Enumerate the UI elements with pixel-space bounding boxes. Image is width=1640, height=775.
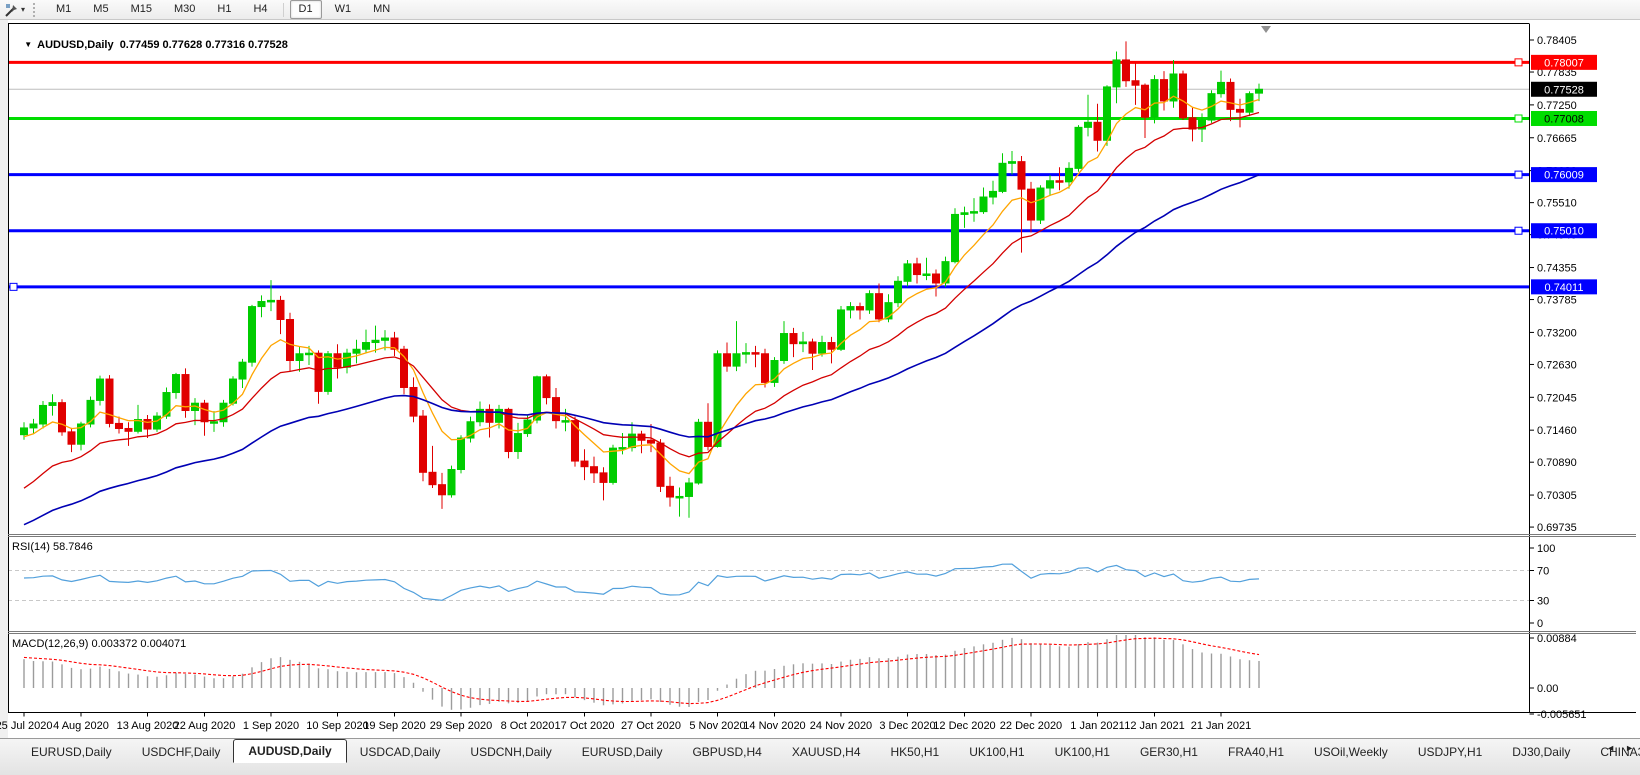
timeframe-button-m15[interactable]: M15 [122,0,161,19]
svg-text:0.00: 0.00 [1537,683,1558,695]
svg-text:0.76665: 0.76665 [1537,133,1577,145]
chart-tab-gbpusd-h4[interactable]: GBPUSD,H4 [679,741,774,763]
svg-text:0.77528: 0.77528 [1544,84,1584,96]
svg-text:29 Sep 2020: 29 Sep 2020 [430,720,492,732]
chart-tab-eurusd-daily[interactable]: EURUSD,Daily [18,741,125,763]
svg-text:0.75010: 0.75010 [1544,226,1584,238]
svg-text:0.00884: 0.00884 [1537,633,1577,645]
svg-text:0.78007: 0.78007 [1544,57,1584,69]
svg-text:1 Jan 2021: 1 Jan 2021 [1070,720,1124,732]
chart-tab-usoil-weekly[interactable]: USOil,Weekly [1301,741,1401,763]
svg-text:13 Aug 2020: 13 Aug 2020 [117,720,179,732]
timeframe-button-m1[interactable]: M1 [47,0,80,19]
chart-tab-usdchf-daily[interactable]: USDCHF,Daily [129,741,234,763]
svg-text:0.72630: 0.72630 [1537,359,1577,371]
svg-text:1 Sep 2020: 1 Sep 2020 [243,720,299,732]
svg-text:8 Oct 2020: 8 Oct 2020 [501,720,555,732]
svg-text:3 Dec 2020: 3 Dec 2020 [879,720,935,732]
svg-text:0.76009: 0.76009 [1544,170,1584,182]
svg-text:-0.005651: -0.005651 [1537,709,1587,721]
timeframe-button-m5[interactable]: M5 [84,0,117,19]
timeframe-button-h1[interactable]: H1 [208,0,240,19]
svg-text:0.75510: 0.75510 [1537,198,1577,210]
svg-text:0.74011: 0.74011 [1545,282,1584,294]
svg-text:12 Jan 2021: 12 Jan 2021 [1124,720,1185,732]
crosshair-cursor-icon [5,3,19,17]
macd-indicator-label: MACD(12,26,9) 0.003372 0.004071 [12,638,186,650]
chart-tab-dj30-daily[interactable]: DJ30,Daily [1499,741,1583,763]
chart-symbol-period: AUDUSD,Daily [37,39,113,51]
tab-scroll-right-icon[interactable]: ► [1625,743,1634,753]
svg-text:70: 70 [1537,566,1549,578]
svg-text:22 Dec 2020: 22 Dec 2020 [1000,720,1062,732]
chevron-down-icon[interactable]: ▾ [21,5,25,14]
level-handle[interactable] [1515,59,1522,66]
svg-text:0.72045: 0.72045 [1537,392,1577,404]
chart-tab-uk100-h1[interactable]: UK100,H1 [1042,741,1123,763]
svg-text:0.73200: 0.73200 [1537,327,1577,339]
timeframe-button-mn[interactable]: MN [364,0,399,19]
chart-tab-usdjpy-h1[interactable]: USDJPY,H1 [1405,741,1495,763]
level-handle[interactable] [1515,115,1522,122]
svg-text:0.78405: 0.78405 [1537,35,1577,47]
timeframe-button-d1[interactable]: D1 [290,0,322,19]
svg-text:27 Oct 2020: 27 Oct 2020 [621,720,681,732]
timeframe-button-m30[interactable]: M30 [165,0,204,19]
chart-tabs: EURUSD,DailyUSDCHF,DailyAUDUSD,DailyUSDC… [0,739,1640,763]
toolbar-separator [283,3,284,17]
chart-title: ▼ AUDUSD,Daily 0.77459 0.77628 0.77316 0.… [12,27,288,63]
chart-tab-uk100-h1[interactable]: UK100,H1 [956,741,1037,763]
svg-text:25 Jul 2020: 25 Jul 2020 [0,720,52,732]
collapse-icon[interactable]: ▼ [24,40,32,49]
rsi-indicator-label: RSI(14) 58.7846 [12,541,93,553]
svg-text:0.74355: 0.74355 [1537,263,1577,275]
svg-text:19 Sep 2020: 19 Sep 2020 [363,720,425,732]
price-chart-canvas[interactable]: 0.784050.778350.772500.766650.760800.755… [0,20,1640,738]
svg-text:0: 0 [1537,618,1543,630]
timeframe-button-w1[interactable]: W1 [326,0,361,19]
svg-text:22 Aug 2020: 22 Aug 2020 [174,720,236,732]
timeframe-toolbar: ▾ M1M5 M15M30H1H4 D1W1MN [0,0,1640,20]
svg-text:0.77008: 0.77008 [1544,113,1584,125]
level-handle[interactable] [1515,227,1522,234]
svg-text:10 Sep 2020: 10 Sep 2020 [306,720,368,732]
svg-text:12 Dec 2020: 12 Dec 2020 [933,720,995,732]
level-handle[interactable] [10,283,17,290]
svg-text:0.70305: 0.70305 [1537,490,1577,502]
svg-text:0.73785: 0.73785 [1537,295,1577,307]
svg-text:14 Nov 2020: 14 Nov 2020 [743,720,805,732]
level-handle[interactable] [1515,171,1522,178]
chart-window[interactable]: 0.784050.778350.772500.766650.760800.755… [0,20,1640,738]
svg-text:0.71460: 0.71460 [1537,425,1577,437]
chart-ohlc-values: 0.77459 0.77628 0.77316 0.77528 [120,39,288,51]
chart-tab-bar: EURUSD,DailyUSDCHF,DailyAUDUSD,DailyUSDC… [0,738,1640,775]
chart-tab-audusd-daily[interactable]: AUDUSD,Daily [233,739,346,763]
svg-text:5 Nov 2020: 5 Nov 2020 [689,720,745,732]
svg-text:0.77250: 0.77250 [1537,100,1577,112]
svg-text:30: 30 [1537,596,1549,608]
chart-tab-xauusd-h4[interactable]: XAUUSD,H4 [779,741,874,763]
svg-text:24 Nov 2020: 24 Nov 2020 [810,720,872,732]
timeframe-button-h4[interactable]: H4 [244,0,276,19]
tab-scroll-left-icon[interactable]: ◄ [1606,743,1615,753]
svg-text:17 Oct 2020: 17 Oct 2020 [555,720,615,732]
svg-text:0.70890: 0.70890 [1537,457,1577,469]
chart-tab-usdcnh-daily[interactable]: USDCNH,Daily [457,741,564,763]
svg-text:21 Jan 2021: 21 Jan 2021 [1191,720,1252,732]
svg-text:100: 100 [1537,543,1555,555]
chart-tab-ger30-h1[interactable]: GER30,H1 [1127,741,1211,763]
chart-tab-usdcad-daily[interactable]: USDCAD,Daily [347,741,454,763]
toolbar-grip [33,3,39,17]
timeframe-buttons: M1M5 M15M30H1H4 D1W1MN [45,0,401,19]
svg-text:4 Aug 2020: 4 Aug 2020 [53,720,109,732]
chart-tab-eurusd-daily[interactable]: EURUSD,Daily [569,741,676,763]
chart-tools-icon[interactable] [3,2,21,18]
chart-tab-fra40-h1[interactable]: FRA40,H1 [1215,741,1297,763]
chart-tab-hk50-h1[interactable]: HK50,H1 [878,741,953,763]
svg-text:0.69735: 0.69735 [1537,522,1577,534]
